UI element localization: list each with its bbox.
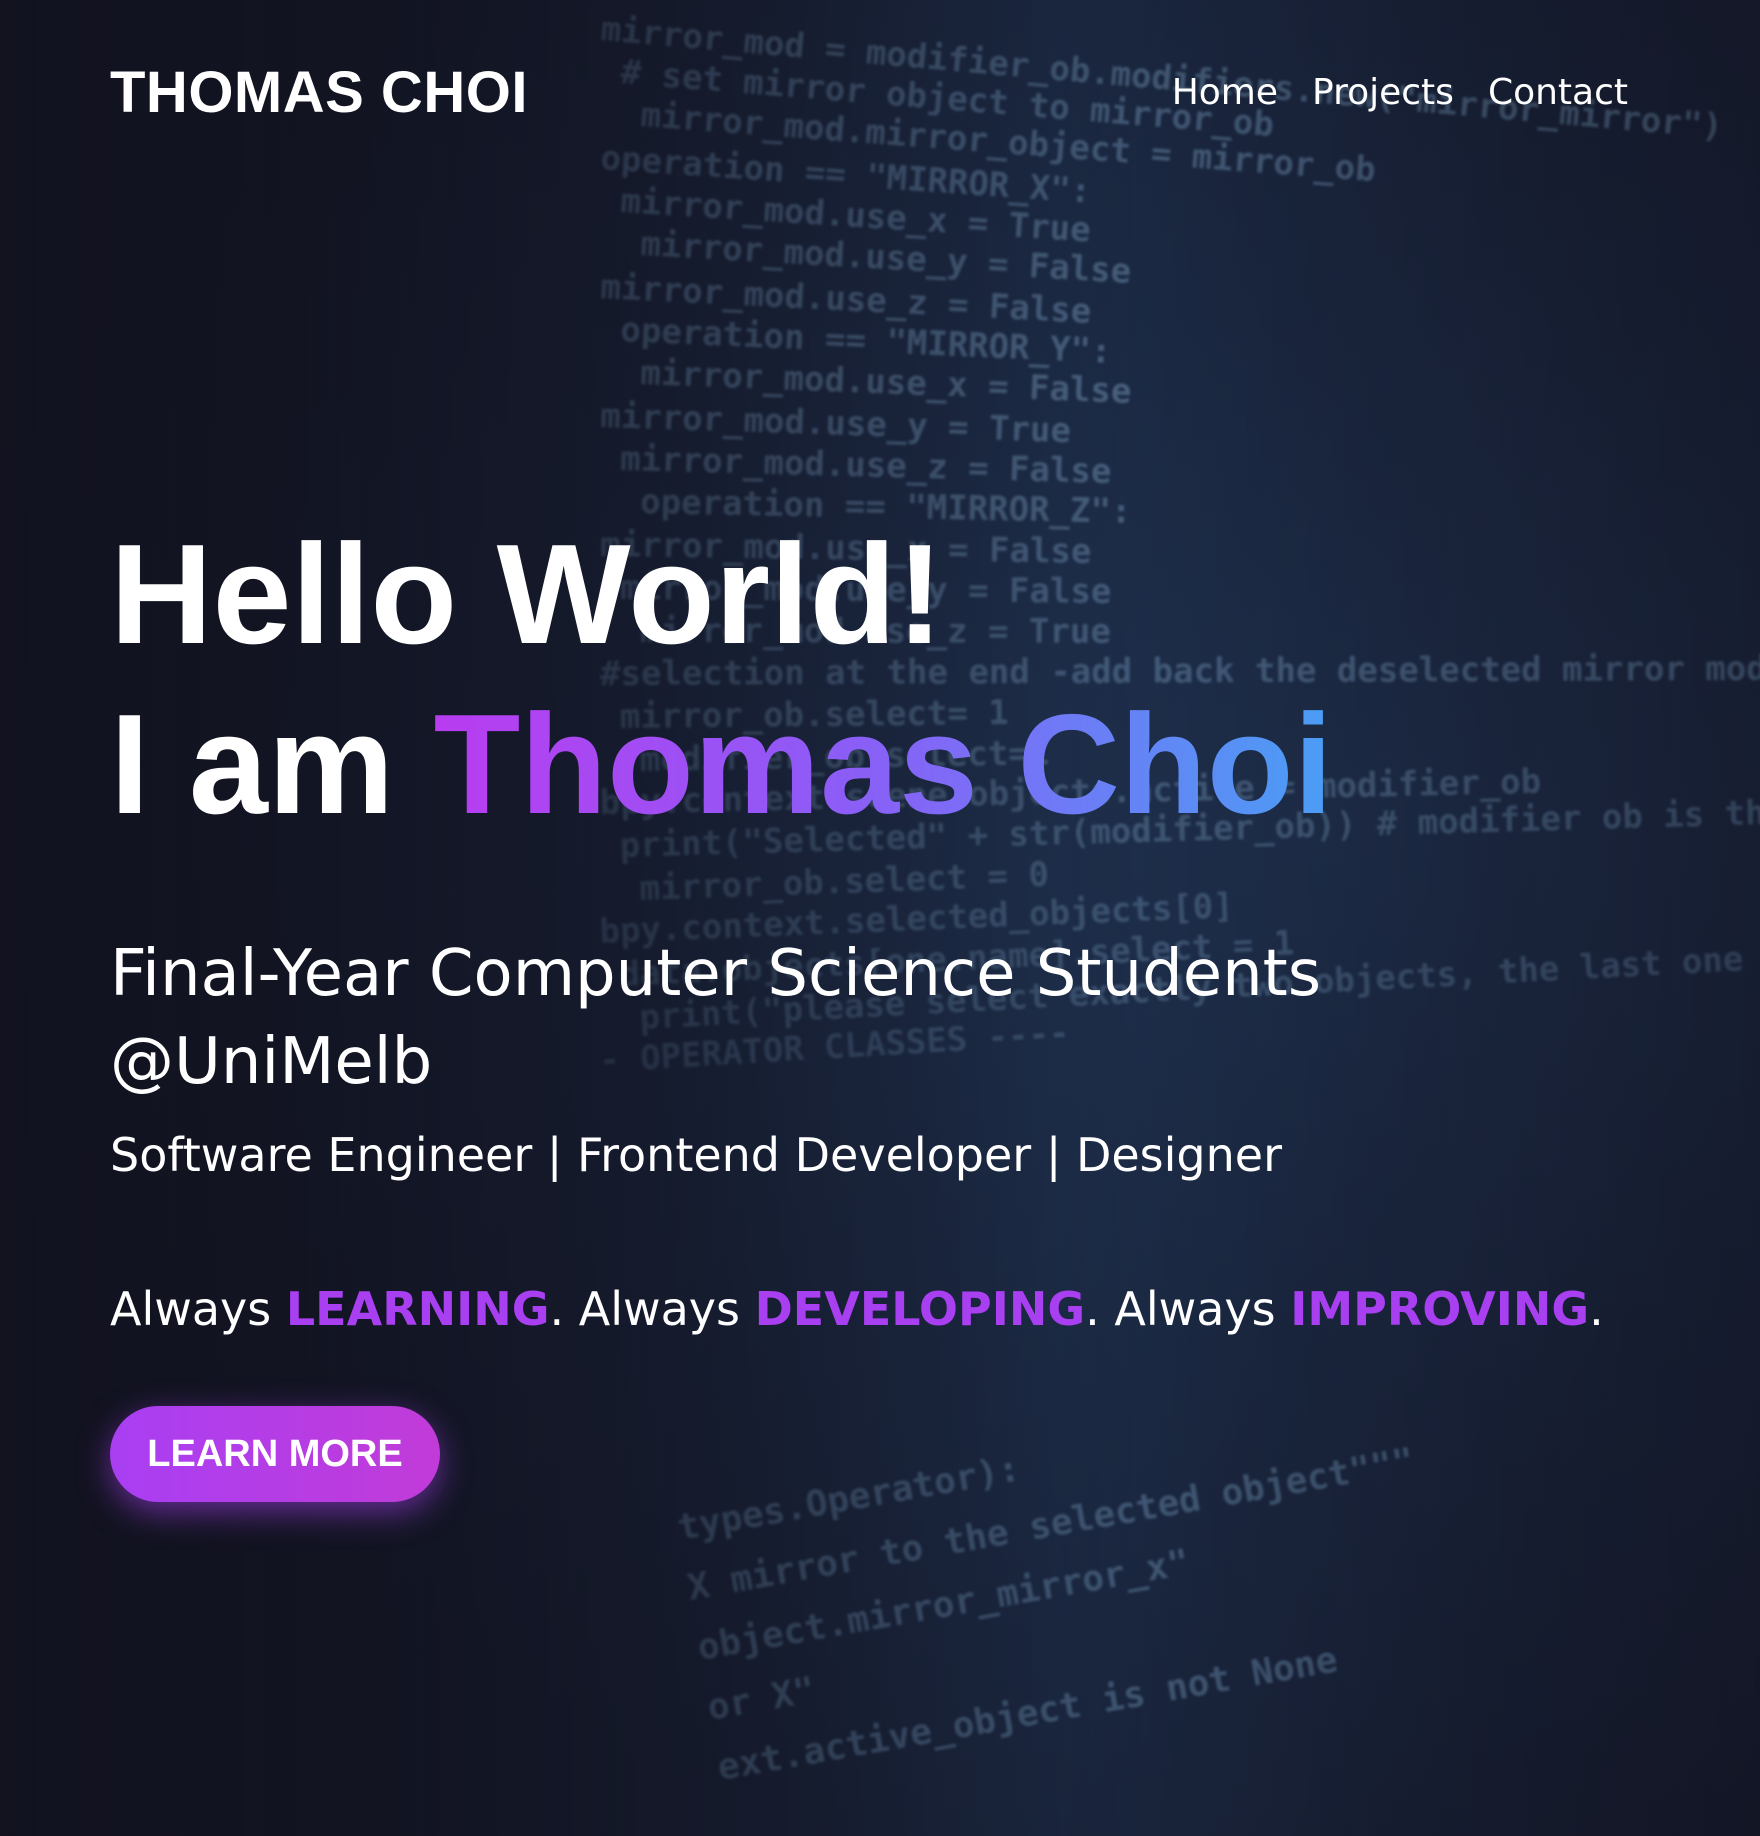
motto-text: . Always [1085, 1282, 1291, 1336]
background-code-line: mirror_mod.use_x = True [619, 181, 1091, 250]
background-code-line: ext.active_object is not None [714, 1639, 1340, 1789]
hero-motto: Always LEARNING. Always DEVELOPING. Alwa… [110, 1282, 1610, 1336]
nav-link-home[interactable]: Home [1172, 72, 1278, 113]
brand-logo[interactable]: THOMAS CHOI [110, 59, 528, 126]
motto-highlight-developing: DEVELOPING [754, 1282, 1086, 1336]
nav-link-contact[interactable]: Contact [1488, 72, 1628, 113]
nav-links: Home Projects Contact [1172, 72, 1628, 113]
learn-more-button[interactable]: LEARN MORE [110, 1406, 440, 1502]
background-code-line: mirror_mod.use_z = False [600, 267, 1093, 332]
hero-section: mirror_mod = modifier_ob.modifiers.new("… [0, 0, 1760, 1836]
top-navbar: THOMAS CHOI Home Projects Contact [110, 56, 1628, 128]
background-code-line: operation == "MIRROR_Y": [620, 310, 1113, 372]
background-code-line: operation == "MIRROR_X": [599, 138, 1092, 212]
background-code-line: object.mirror_mirror_x" [694, 1542, 1192, 1669]
background-code-line: mirror_mod.use_y = True [600, 396, 1072, 451]
motto-highlight-learning: LEARNING [285, 1282, 550, 1336]
nav-link-projects[interactable]: Projects [1312, 72, 1454, 113]
hero-content: Hello World! I am Thomas Choi Final-Year… [110, 510, 1610, 1336]
background-code-line: mirror_mod.use_y = False [639, 224, 1132, 292]
background-code-line: or X" [704, 1670, 818, 1729]
hero-greeting: Hello World! [110, 515, 944, 674]
background-code-line: types.Operator): [674, 1448, 1023, 1549]
background-code-line: X mirror to the selected object""" [684, 1441, 1417, 1609]
motto-text: . Always [549, 1282, 755, 1336]
motto-text: Always [110, 1282, 286, 1336]
hero-name: Thomas Choi [433, 685, 1333, 844]
hero-intro-prefix: I am [110, 685, 434, 844]
motto-highlight-improving: IMPROVING [1290, 1282, 1590, 1336]
hero-subtitle: Final-Year Computer Science Students @Un… [110, 937, 1322, 1099]
background-code-line: mirror_mod.use_x = False [640, 353, 1132, 412]
background-code-line: mirror_mod.use_z = False [620, 439, 1112, 492]
motto-text: . [1589, 1282, 1604, 1336]
hero-heading: Hello World! I am Thomas Choi [110, 510, 1610, 850]
hero-roles: Software Engineer | Frontend Developer |… [110, 1128, 1282, 1182]
